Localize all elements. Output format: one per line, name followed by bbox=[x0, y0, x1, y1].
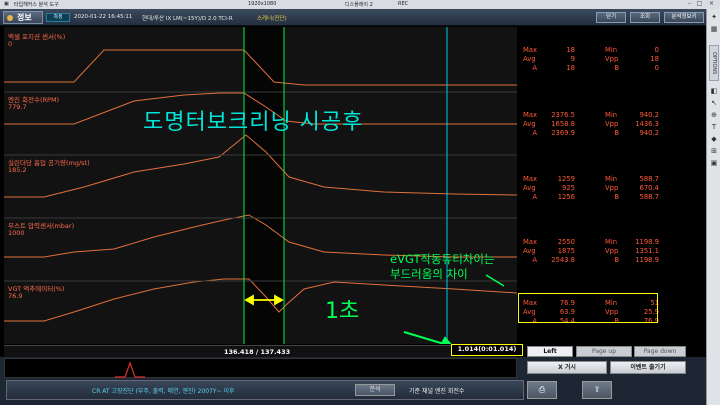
vehicle-info: 현대/투산 IX LM(~15Y)/D 2.0 TCI-R bbox=[142, 16, 233, 22]
stat-value-min: 0 bbox=[654, 46, 659, 54]
cursor-region bbox=[244, 27, 284, 344]
stat-key-a: A bbox=[532, 64, 537, 72]
stat-value-a: 1256 bbox=[557, 193, 575, 201]
timeline-bar[interactable]: 136.418 / 137.433 bbox=[4, 345, 517, 357]
close-icon[interactable]: × bbox=[708, 1, 715, 7]
stat-value-min: 588.7 bbox=[639, 175, 659, 183]
stat-value-vpp: 18 bbox=[650, 55, 659, 63]
channel-value-accel: 0 bbox=[8, 40, 13, 48]
stat-key-b: B bbox=[614, 256, 619, 264]
reference-channel: 기준 채널 엔진 회전수 bbox=[409, 388, 465, 395]
layers-icon[interactable]: ◧ bbox=[710, 87, 718, 95]
channel-value-airflow: 185.2 bbox=[8, 166, 27, 174]
analyze-button[interactable]: 분석 bbox=[355, 384, 395, 396]
grid-icon[interactable]: ▦ bbox=[710, 25, 718, 33]
maximize-icon[interactable]: □ bbox=[696, 1, 703, 7]
info-dot-icon bbox=[7, 15, 13, 21]
stat-value-b: 0 bbox=[654, 64, 659, 72]
overview-plot bbox=[115, 361, 145, 378]
overlay-annotation-line1: eVGT작동듀티차이는 bbox=[390, 252, 495, 266]
marker-icon[interactable]: ◆ bbox=[710, 135, 718, 143]
diagnosis-title: CR AT 고장진단 (부주, 출력, 매연, 엔진) 2007Y~ 이후 bbox=[92, 388, 235, 395]
zoom-icon[interactable]: ⊕ bbox=[710, 111, 718, 119]
options-tab[interactable]: OPTIONS bbox=[709, 45, 719, 81]
rec-label: REC bbox=[398, 1, 409, 7]
search-button[interactable]: 조회 bbox=[630, 12, 660, 23]
stat-value-min: 940.2 bbox=[639, 111, 659, 119]
time-readout: 1.014(0:01.014) bbox=[451, 344, 523, 356]
stat-key-b: B bbox=[614, 64, 619, 72]
cursor-icon[interactable]: ↖ bbox=[710, 99, 718, 107]
close-button[interactable]: 닫기 bbox=[596, 12, 626, 23]
page-up-button[interactable]: Page up bbox=[576, 346, 632, 357]
bottom-panel: CR AT 고장진단 (부주, 출력, 매연, 엔진) 2007Y~ 이후 분석… bbox=[0, 357, 706, 405]
stat-value-max: 2376.5 bbox=[551, 111, 575, 119]
stat-value-vpp: 1436.3 bbox=[635, 120, 659, 128]
channel-value-boost: 1000 bbox=[8, 229, 25, 237]
analyzer-window: ▣ 타입헤커스 분석 도구 1920x1080 디스플레이 2 REC – □ … bbox=[0, 0, 720, 405]
ruler-icon[interactable]: ⊞ bbox=[710, 147, 718, 155]
graph-area[interactable]: 액셀 포지션 센서(%) 0 엔진 회전수(RPM) 779.7 실린더당 흡입… bbox=[4, 27, 517, 344]
x-view-button[interactable]: X 거시 bbox=[527, 361, 607, 374]
info-tab-label: 정보 bbox=[17, 13, 32, 22]
stat-value-b: 940.2 bbox=[639, 129, 659, 137]
cursor-position: 136.418 / 137.433 bbox=[224, 348, 291, 356]
overview-strip[interactable] bbox=[4, 358, 517, 378]
resolution-label: 1920x1080 bbox=[248, 1, 277, 7]
print-icon[interactable]: ⎙ bbox=[527, 381, 557, 399]
window-title-bar: ▣ 타입헤커스 분석 도구 1920x1080 디스플레이 2 REC – □ … bbox=[0, 0, 720, 9]
header-bar: 정보 측정 2020-01-22 16:45:11 현대/투산 IX LM(~1… bbox=[0, 9, 706, 26]
highlight-box bbox=[518, 293, 658, 323]
minimize-icon[interactable]: – bbox=[686, 1, 693, 7]
stat-value-min: 1198.9 bbox=[635, 238, 659, 246]
page-down-button[interactable]: Page down bbox=[634, 346, 686, 357]
stat-value-vpp: 1351.1 bbox=[635, 247, 659, 255]
stat-value-avg: 9 bbox=[570, 55, 575, 63]
stat-value-a: 2369.9 bbox=[551, 129, 575, 137]
event-button[interactable]: 이벤트 출기기 bbox=[610, 361, 686, 374]
measurement-datetime: 2020-01-22 16:45:11 bbox=[74, 14, 133, 20]
stat-value-vpp: 670.4 bbox=[639, 184, 659, 192]
stat-value-avg: 1658.8 bbox=[551, 120, 575, 128]
window-title: 타입헤커스 분석 도구 bbox=[14, 2, 59, 8]
right-toolbar: ✦ ▦ OPTIONS ◧ ↖ ⊕ T ◆ ⊞ ▣ bbox=[706, 9, 720, 405]
text-icon[interactable]: T bbox=[710, 123, 718, 131]
channel-value-vgt: 76.9 bbox=[8, 292, 23, 300]
stat-value-max: 18 bbox=[566, 46, 575, 54]
stat-key-a: A bbox=[532, 256, 537, 264]
pin-icon[interactable]: ✦ bbox=[710, 13, 718, 21]
stat-value-b: 588.7 bbox=[639, 193, 659, 201]
overlay-annotation: eVGT작동듀티차이는 부드러움의 차이 bbox=[390, 252, 495, 282]
stat-value-b: 1198.9 bbox=[635, 256, 659, 264]
stat-key-b: B bbox=[614, 193, 619, 201]
stat-value-max: 1259 bbox=[557, 175, 575, 183]
overlay-annotation-line2: 부드러움의 차이 bbox=[390, 267, 468, 281]
stat-key-a: A bbox=[532, 129, 537, 137]
app-icon: ▣ bbox=[4, 1, 9, 7]
stat-key-b: B bbox=[614, 129, 619, 137]
overview-trace bbox=[115, 361, 145, 378]
channel-label-accel: 액셀 포지션 센서(%) bbox=[8, 33, 66, 41]
stat-value-a: 18 bbox=[566, 64, 575, 72]
export-icon[interactable]: ⇪ bbox=[582, 381, 612, 399]
image-icon[interactable]: ▣ bbox=[710, 159, 718, 167]
left-button[interactable]: Left bbox=[527, 346, 573, 357]
stat-value-avg: 925 bbox=[562, 184, 575, 192]
scanner-mode: 스캐너(진단) bbox=[257, 16, 287, 22]
graph-plot bbox=[4, 27, 517, 344]
display-tab[interactable]: 디스플레이 2 bbox=[345, 1, 373, 8]
overlay-seconds: 1초 bbox=[325, 299, 360, 324]
stat-value-max: 2550 bbox=[557, 238, 575, 246]
info-tab[interactable]: 정보 bbox=[3, 11, 43, 24]
overlay-title: 도명터보크리닝 시공후 bbox=[143, 110, 364, 135]
stat-key-a: A bbox=[532, 193, 537, 201]
stat-value-avg: 1875 bbox=[557, 247, 575, 255]
analysis-info-button[interactable]: 분석정보키 bbox=[664, 12, 704, 23]
channel-value-rpm: 779.7 bbox=[8, 103, 27, 111]
stat-value-a: 2543.8 bbox=[551, 256, 575, 264]
status-badge: 측정 bbox=[46, 13, 70, 22]
diagnosis-bar: CR AT 고장진단 (부주, 출력, 매연, 엔진) 2007Y~ 이후 분석… bbox=[6, 380, 524, 400]
